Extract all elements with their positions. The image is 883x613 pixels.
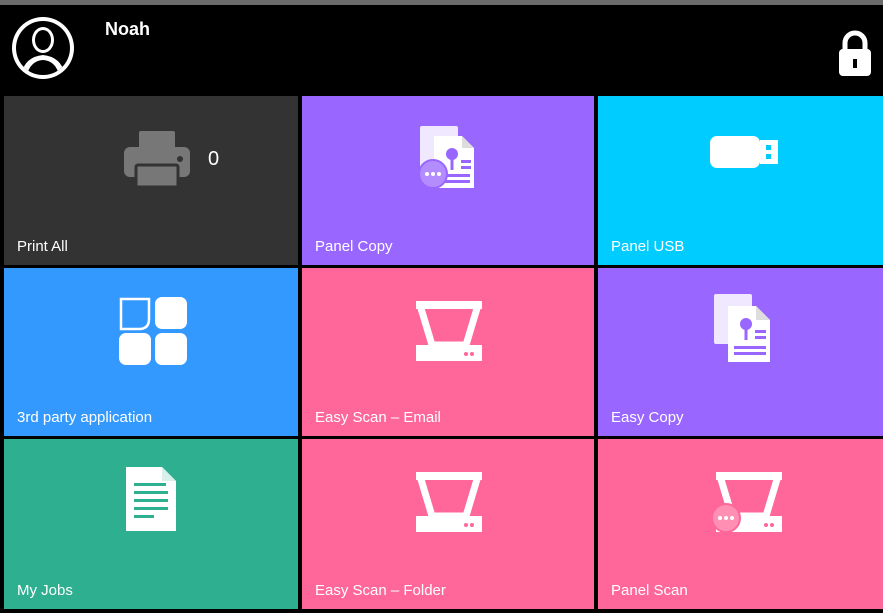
tile-label: Easy Scan – Folder bbox=[315, 582, 446, 599]
scanner-more-icon bbox=[710, 472, 782, 534]
apps-grid-icon bbox=[119, 297, 187, 365]
document-icon bbox=[126, 467, 176, 531]
scanner-icon bbox=[416, 472, 482, 532]
tile-label: Panel USB bbox=[611, 238, 685, 255]
tile-label: Panel Copy bbox=[315, 238, 393, 255]
tile-label: 3rd party application bbox=[17, 409, 153, 426]
app-tile-grid: 0 Print All Panel Copy Panel USB 3rd par… bbox=[0, 93, 883, 613]
user-avatar-icon[interactable] bbox=[10, 15, 76, 81]
scanner-icon bbox=[416, 301, 482, 361]
lock-icon[interactable] bbox=[836, 29, 874, 77]
tile-easy-scan-folder[interactable]: Easy Scan – Folder bbox=[302, 439, 594, 609]
copy-icon bbox=[714, 294, 772, 362]
tile-3rd-party-application[interactable]: 3rd party application bbox=[4, 268, 298, 436]
print-job-count: 0 bbox=[208, 148, 220, 170]
tile-easy-copy[interactable]: Easy Copy bbox=[598, 268, 883, 436]
tile-label: Print All bbox=[17, 238, 68, 255]
tile-panel-copy[interactable]: Panel Copy bbox=[302, 96, 594, 265]
tile-panel-usb[interactable]: Panel USB bbox=[598, 96, 883, 265]
header-bar: Noah bbox=[0, 5, 883, 93]
tile-easy-scan-email[interactable]: Easy Scan – Email bbox=[302, 268, 594, 436]
printer-icon bbox=[122, 131, 192, 189]
tile-print-all[interactable]: 0 Print All bbox=[4, 96, 298, 265]
tile-label: Easy Scan – Email bbox=[315, 409, 441, 426]
usb-drive-icon bbox=[710, 136, 782, 168]
tile-panel-scan[interactable]: Panel Scan bbox=[598, 439, 883, 609]
tile-my-jobs[interactable]: My Jobs bbox=[4, 439, 298, 609]
tile-label: Panel Scan bbox=[611, 582, 688, 599]
tile-label: Easy Copy bbox=[611, 409, 684, 426]
tile-label: My Jobs bbox=[17, 582, 73, 599]
username: Noah bbox=[105, 19, 150, 39]
copy-more-icon bbox=[416, 124, 482, 192]
